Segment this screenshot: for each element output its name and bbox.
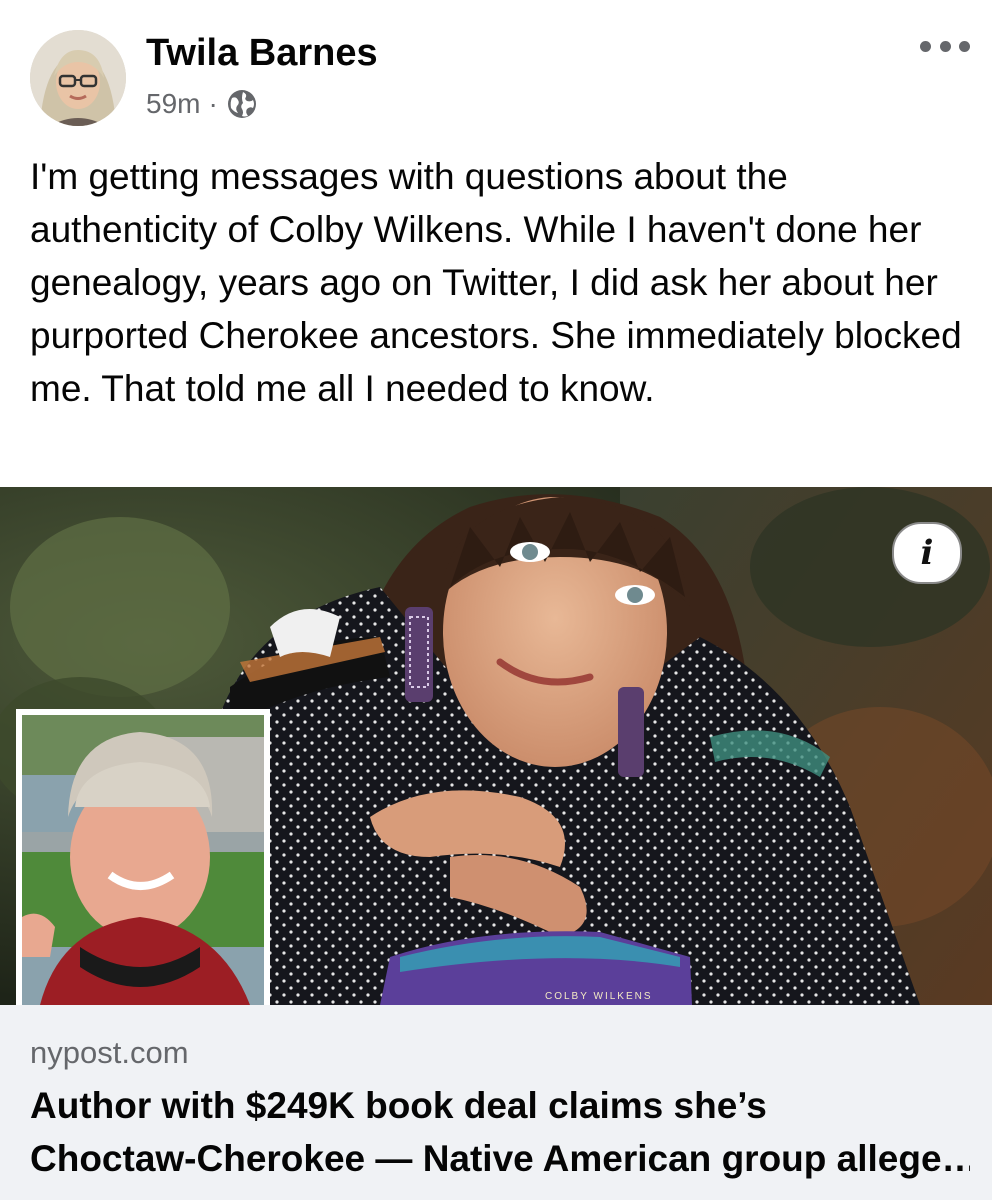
author-avatar[interactable] (30, 30, 126, 126)
meta-separator: · (208, 88, 218, 119)
photo-composite: COLBY WILKENS (0, 487, 992, 1005)
post-header: Twila Barnes 59m · (0, 0, 992, 140)
post-timestamp[interactable]: 59m (146, 86, 200, 122)
link-domain: nypost.com (30, 1035, 189, 1070)
link-headline[interactable]: Author with $249K book deal claims she’s… (30, 1079, 970, 1185)
link-headline-line-1: Author with $249K book deal claims she’s (30, 1085, 767, 1126)
author-name[interactable]: Twila Barnes (146, 30, 378, 76)
post-text: I'm getting messages with questions abou… (30, 156, 962, 409)
globe-icon (226, 88, 258, 120)
more-options-icon[interactable] (920, 34, 970, 58)
post-meta: 59m · (146, 86, 258, 122)
link-preview-card[interactable]: nypost.com Author with $249K book deal c… (0, 1005, 992, 1200)
book-spine-text: COLBY WILKENS (545, 991, 653, 1002)
info-button[interactable]: i (892, 522, 962, 584)
link-headline-line-2: Choctaw-Cherokee — Native American group… (30, 1138, 970, 1179)
post-image[interactable]: COLBY WILKENS i (0, 487, 992, 1005)
